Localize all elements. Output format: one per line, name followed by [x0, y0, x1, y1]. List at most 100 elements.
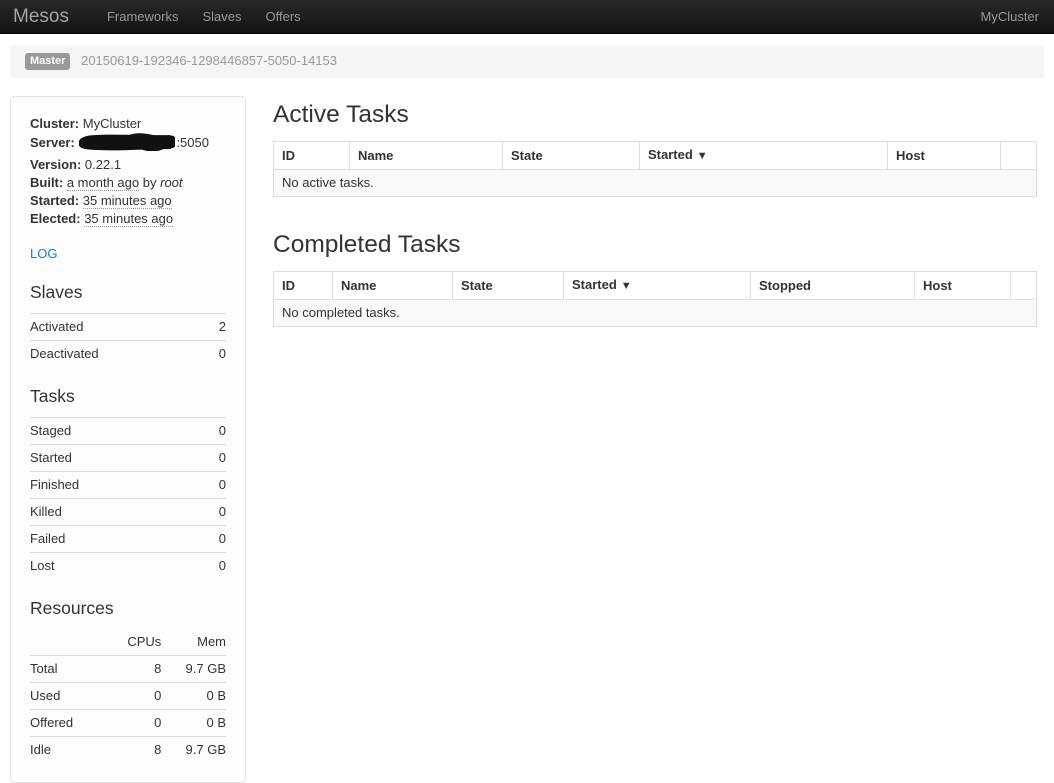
table-row: Started 0	[30, 445, 226, 472]
log-link[interactable]: LOG	[30, 245, 57, 263]
started-label: Started:	[30, 193, 79, 208]
table-row: Failed 0	[30, 526, 226, 553]
top-navbar: Mesos Frameworks Slaves Offers MyCluster	[0, 0, 1054, 34]
resources-total-mem: 9.7 GB	[161, 656, 226, 683]
server-info-line: Server: :5050	[30, 133, 226, 156]
resources-col-mem: Mem	[161, 629, 226, 656]
active-col-started[interactable]: Started ▼	[640, 142, 888, 170]
version-info-line: Version: 0.22.1	[30, 156, 226, 174]
table-row: Used 0 0 B	[30, 683, 226, 710]
master-badge: Master	[25, 53, 70, 70]
tasks-lost-value: 0	[201, 553, 226, 580]
completed-col-state[interactable]: State	[453, 272, 564, 300]
completed-col-started[interactable]: Started ▼	[564, 272, 751, 300]
active-tasks-table: ID Name State Started ▼ Host No active ta…	[273, 141, 1037, 197]
resources-total-cpus: 8	[108, 656, 161, 683]
tasks-failed-label: Failed	[30, 526, 201, 553]
cluster-value: MyCluster	[83, 116, 142, 131]
breadcrumb: Master 20150619-192346-1298446857-5050-1…	[10, 45, 1044, 78]
active-col-id[interactable]: ID	[274, 142, 350, 170]
tasks-failed-value: 0	[201, 526, 226, 553]
completed-tasks-table: ID Name State Started ▼ Stopped Host No c…	[273, 271, 1037, 327]
active-col-host[interactable]: Host	[888, 142, 1001, 170]
tasks-killed-value: 0	[201, 499, 226, 526]
started-info-line: Started: 35 minutes ago	[30, 192, 226, 210]
slaves-heading: Slaves	[30, 280, 226, 304]
table-row: Offered 0 0 B	[30, 710, 226, 737]
completed-col-host[interactable]: Host	[915, 272, 1011, 300]
resources-offered-mem: 0 B	[161, 710, 226, 737]
sort-desc-icon: ▼	[697, 150, 708, 162]
tasks-started-value: 0	[201, 445, 226, 472]
resources-col-empty	[30, 629, 108, 656]
nav-item-frameworks[interactable]: Frameworks	[95, 8, 191, 26]
resources-col-cpus: CPUs	[108, 629, 161, 656]
resources-offered-cpus: 0	[108, 710, 161, 737]
brand-link-mesos[interactable]: Mesos	[13, 8, 69, 26]
tasks-started-label: Started	[30, 445, 201, 472]
master-id: 20150619-192346-1298446857-5050-14153	[81, 53, 337, 68]
table-row: No completed tasks.	[274, 300, 1037, 327]
table-row: Staged 0	[30, 418, 226, 445]
slaves-activated-value: 2	[207, 314, 226, 341]
elected-label: Elected:	[30, 211, 81, 226]
tasks-staged-label: Staged	[30, 418, 201, 445]
server-label: Server:	[30, 135, 75, 150]
cluster-label: Cluster:	[30, 116, 79, 131]
resources-used-cpus: 0	[108, 683, 161, 710]
resources-offered-label: Offered	[30, 710, 108, 737]
table-row: Idle 8 9.7 GB	[30, 737, 226, 764]
completed-col-actions	[1011, 272, 1037, 300]
active-col-started-label: Started	[648, 147, 693, 162]
active-col-name[interactable]: Name	[350, 142, 503, 170]
table-header-row: ID Name State Started ▼ Stopped Host	[274, 272, 1037, 300]
resources-heading: Resources	[30, 596, 226, 620]
resources-idle-label: Idle	[30, 737, 108, 764]
table-row: CPUs Mem	[30, 629, 226, 656]
active-col-actions	[1001, 142, 1037, 170]
server-port: :5050	[176, 135, 209, 150]
built-info-line: Built: a month ago by root	[30, 174, 226, 192]
slaves-activated-label: Activated	[30, 314, 207, 341]
resources-idle-mem: 9.7 GB	[161, 737, 226, 764]
elected-time: 35 minutes ago	[84, 211, 173, 227]
resources-idle-cpus: 8	[108, 737, 161, 764]
tasks-summary-table: Staged 0 Started 0 Finished 0 Killed 0	[30, 417, 226, 579]
tasks-lost-label: Lost	[30, 553, 201, 580]
table-row: Finished 0	[30, 472, 226, 499]
completed-col-stopped[interactable]: Stopped	[751, 272, 915, 300]
table-row: Lost 0	[30, 553, 226, 580]
completed-col-id[interactable]: ID	[274, 272, 333, 300]
sort-desc-icon: ▼	[621, 280, 632, 292]
slaves-table: Activated 2 Deactivated 0	[30, 313, 226, 367]
nav-item-slaves[interactable]: Slaves	[190, 8, 253, 26]
tasks-staged-value: 0	[201, 418, 226, 445]
built-label: Built:	[30, 175, 63, 190]
tasks-finished-label: Finished	[30, 472, 201, 499]
completed-tasks-empty-message: No completed tasks.	[274, 300, 1037, 327]
slaves-deactivated-label: Deactivated	[30, 341, 207, 368]
completed-col-started-label: Started	[572, 277, 617, 292]
active-tasks-empty-message: No active tasks.	[274, 170, 1037, 197]
resources-total-label: Total	[30, 656, 108, 683]
table-row: Total 8 9.7 GB	[30, 656, 226, 683]
sidebar-panel: Cluster: MyCluster Server: :5050 Version…	[10, 96, 246, 783]
completed-tasks-heading: Completed Tasks	[273, 230, 1036, 260]
table-row: Deactivated 0	[30, 341, 226, 368]
table-header-row: ID Name State Started ▼ Host	[274, 142, 1037, 170]
built-by-text: by	[143, 175, 157, 190]
redacted-server-host	[79, 133, 175, 156]
built-time: a month ago	[67, 175, 139, 191]
nav-item-offers[interactable]: Offers	[254, 8, 313, 26]
tasks-heading: Tasks	[30, 384, 226, 408]
version-value: 0.22.1	[85, 157, 121, 172]
resources-used-label: Used	[30, 683, 108, 710]
completed-col-name[interactable]: Name	[333, 272, 453, 300]
elected-info-line: Elected: 35 minutes ago	[30, 210, 226, 228]
table-row: Killed 0	[30, 499, 226, 526]
active-col-state[interactable]: State	[503, 142, 640, 170]
table-row: Activated 2	[30, 314, 226, 341]
version-label: Version:	[30, 157, 81, 172]
cluster-info-line: Cluster: MyCluster	[30, 115, 226, 133]
active-tasks-heading: Active Tasks	[273, 100, 1036, 130]
